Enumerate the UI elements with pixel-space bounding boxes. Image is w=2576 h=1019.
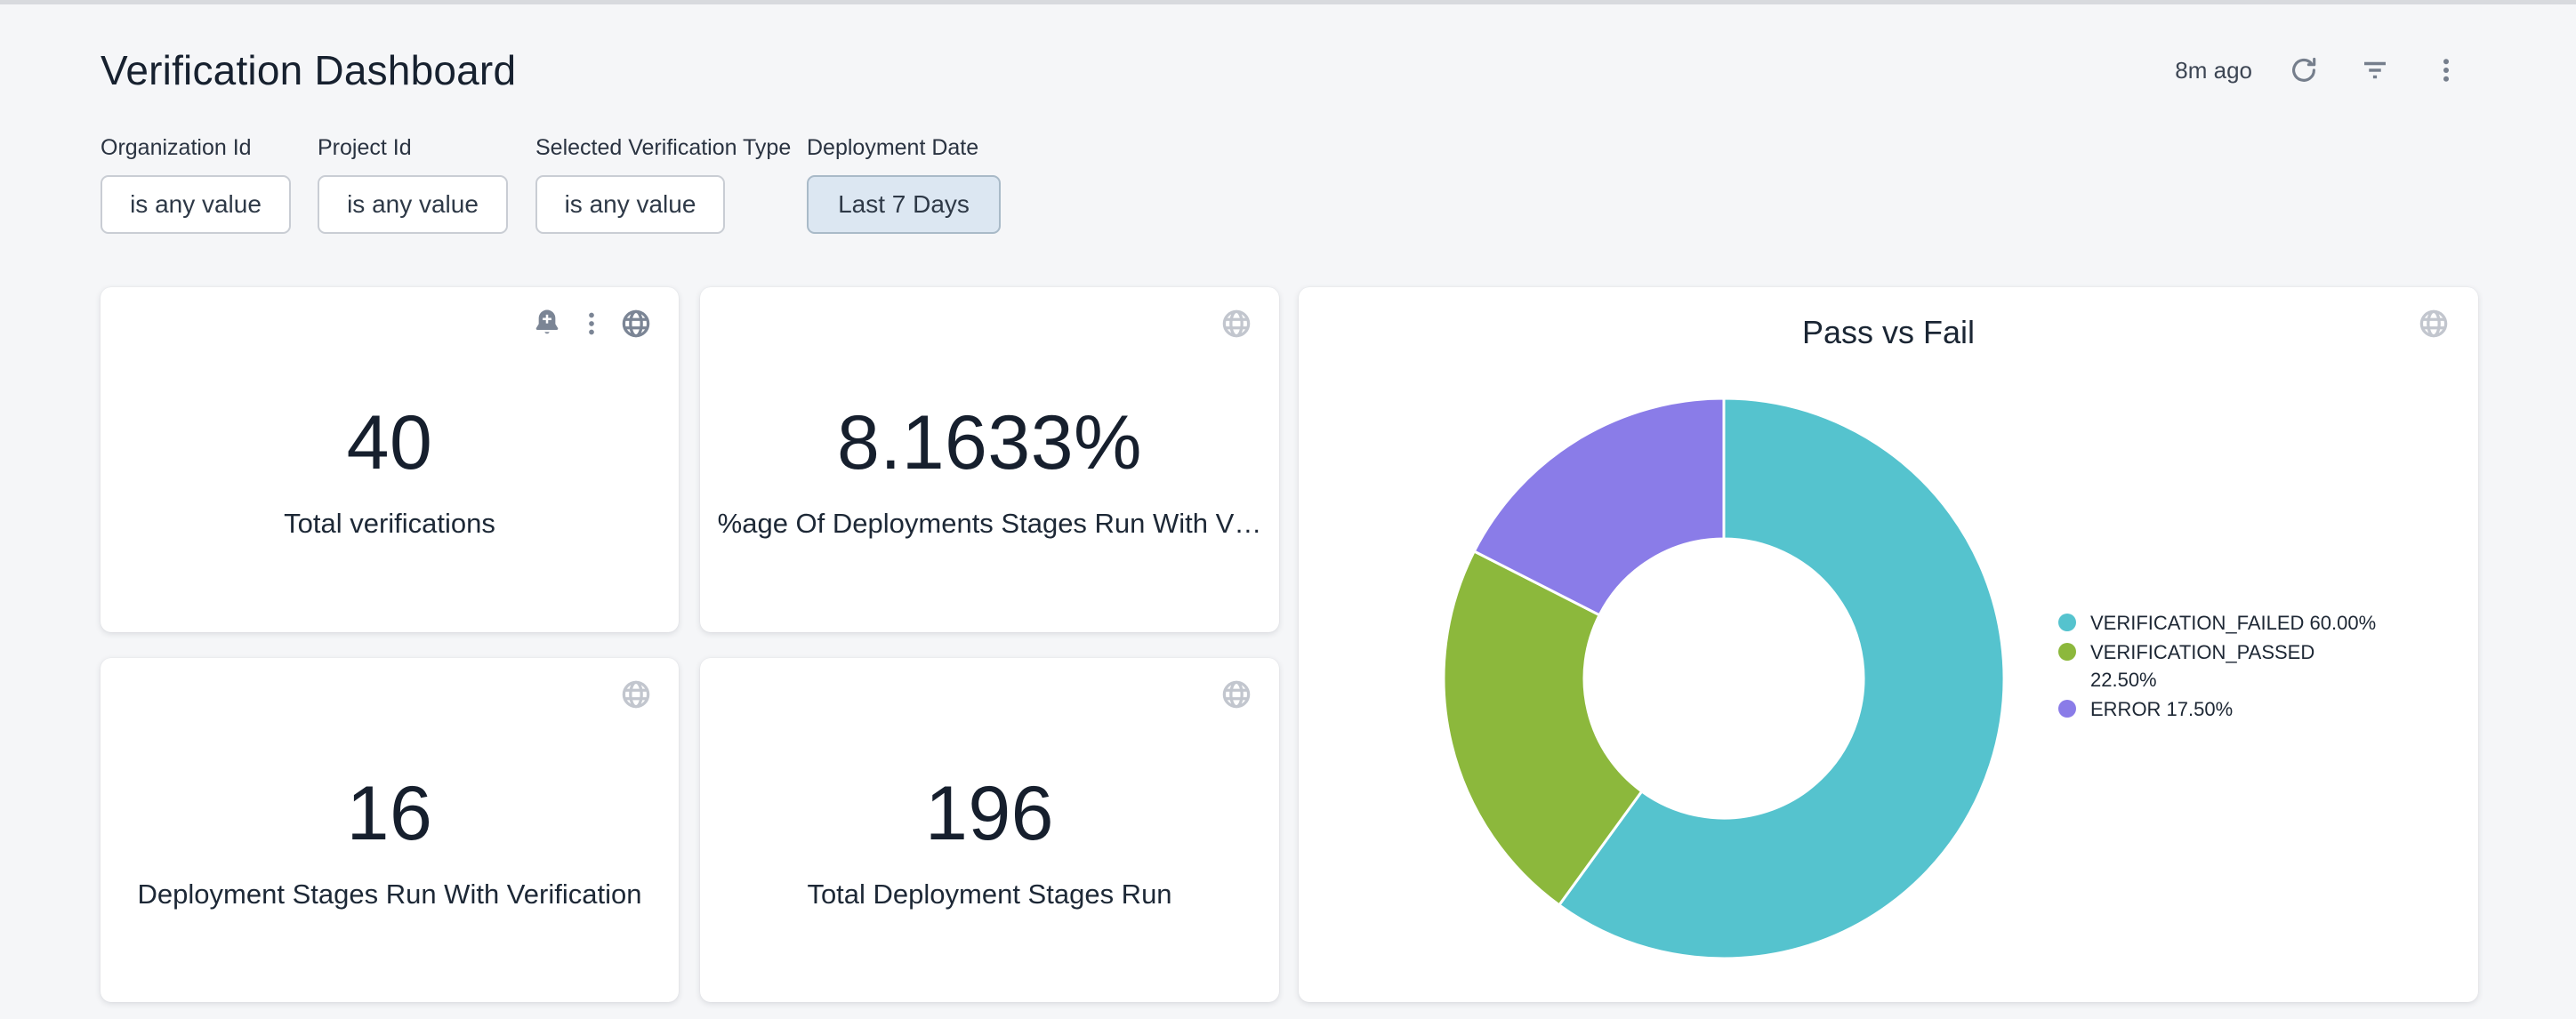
top-divider bbox=[0, 0, 2576, 4]
tile-value: 40 bbox=[101, 389, 679, 496]
filter-label: Organization Id bbox=[101, 135, 291, 161]
pass-vs-fail-card: Pass vs Fail VERIFICATION_FAILED 60.00% … bbox=[1299, 287, 2478, 1002]
filter-deployment-date: Deployment Date Last 7 Days bbox=[807, 135, 1001, 234]
globe-icon[interactable] bbox=[616, 304, 656, 343]
tile-total-stages-run: 196 Total Deployment Stages Run bbox=[700, 658, 1279, 1002]
legend-item[interactable]: ERROR 17.50% bbox=[2058, 695, 2384, 723]
filter-value-button[interactable]: Last 7 Days bbox=[807, 175, 1001, 234]
filter-value-button[interactable]: is any value bbox=[318, 175, 508, 234]
legend-label: VERIFICATION_PASSED 22.50% bbox=[2090, 638, 2384, 694]
globe-icon[interactable] bbox=[1217, 675, 1256, 714]
legend-item[interactable]: VERIFICATION_FAILED 60.00% bbox=[2058, 609, 2384, 637]
tile-label: Total Deployment Stages Run bbox=[700, 879, 1279, 911]
legend-label: VERIFICATION_FAILED 60.00% bbox=[2090, 609, 2384, 637]
tile-label: %age Of Deployments Stages Run With V… bbox=[700, 508, 1279, 540]
filter-label: Deployment Date bbox=[807, 135, 1001, 161]
filter-label: Project Id bbox=[318, 135, 508, 161]
legend-dot bbox=[2058, 643, 2076, 661]
globe-icon[interactable] bbox=[1217, 304, 1256, 343]
chart-legend: VERIFICATION_FAILED 60.00% VERIFICATION_… bbox=[2058, 609, 2384, 723]
kebab-menu-icon[interactable] bbox=[572, 304, 611, 343]
filter-organization-id: Organization Id is any value bbox=[101, 135, 291, 234]
tile-label: Deployment Stages Run With Verification bbox=[101, 879, 679, 911]
verification-dashboard: Verification Dashboard 8m ago Organizati… bbox=[0, 0, 2576, 1019]
alert-bell-plus-icon[interactable] bbox=[527, 304, 567, 343]
legend-label: ERROR 17.50% bbox=[2090, 695, 2384, 723]
tile-stages-run-with-verification: 16 Deployment Stages Run With Verificati… bbox=[101, 658, 679, 1002]
legend-item[interactable]: VERIFICATION_PASSED 22.50% bbox=[2058, 638, 2384, 694]
tile-pct-stages-with-verification: 8.1633% %age Of Deployments Stages Run W… bbox=[700, 287, 1279, 632]
refresh-icon[interactable] bbox=[2284, 51, 2323, 90]
kebab-menu-icon[interactable] bbox=[2427, 51, 2466, 90]
tile-label: Total verifications bbox=[101, 508, 679, 540]
filter-value-button[interactable]: is any value bbox=[535, 175, 725, 234]
filter-icon[interactable] bbox=[2355, 51, 2395, 90]
legend-dot bbox=[2058, 614, 2076, 631]
filter-label: Selected Verification Type bbox=[535, 135, 791, 161]
page-title: Verification Dashboard bbox=[101, 46, 516, 94]
filter-verification-type: Selected Verification Type is any value bbox=[535, 135, 791, 234]
header-controls: 8m ago bbox=[2175, 51, 2466, 90]
filter-value-button[interactable]: is any value bbox=[101, 175, 291, 234]
last-refresh-text: 8m ago bbox=[2175, 57, 2252, 84]
filter-project-id: Project Id is any value bbox=[318, 135, 508, 234]
globe-icon[interactable] bbox=[616, 675, 656, 714]
tile-value: 196 bbox=[700, 760, 1279, 867]
tile-value: 8.1633% bbox=[700, 389, 1279, 496]
tile-total-verifications: 40 Total verifications bbox=[101, 287, 679, 632]
tile-value: 16 bbox=[101, 760, 679, 867]
legend-dot bbox=[2058, 700, 2076, 718]
